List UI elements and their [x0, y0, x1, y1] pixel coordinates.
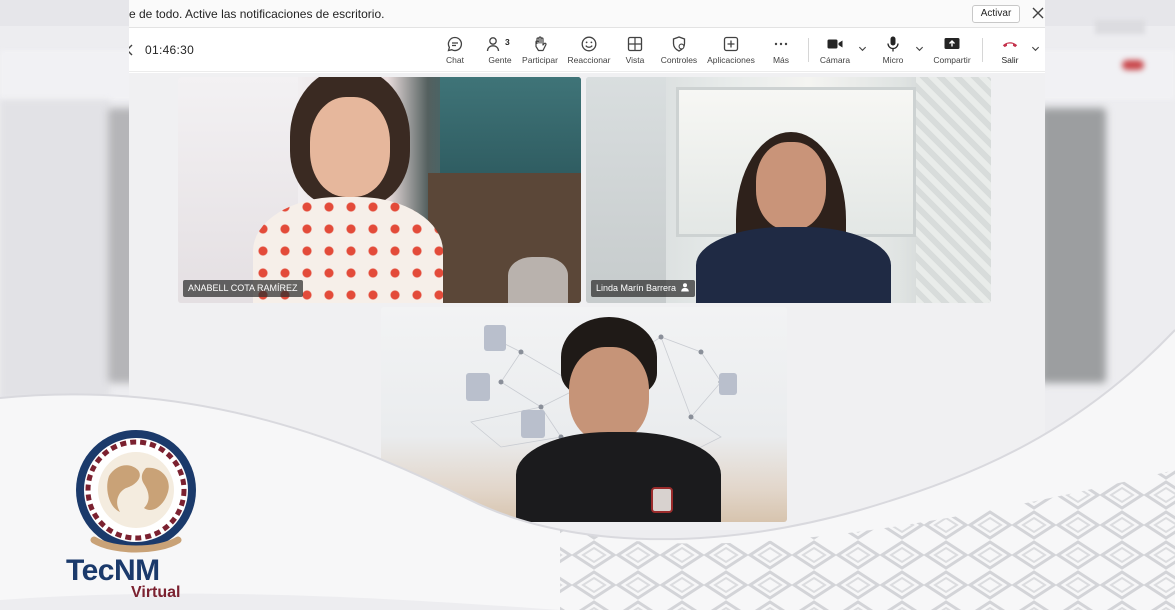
participant-name-tag: ANABELL COTA RAMÍREZ	[183, 280, 303, 297]
meeting-toolbar: 01:46:30 Chat 3 Gente Participar Reaccio…	[129, 28, 1045, 72]
mic-button[interactable]: Micro	[877, 35, 909, 69]
hang-up-icon	[1002, 42, 1018, 48]
grid-view-icon	[627, 36, 643, 52]
camera-button[interactable]: Cámara	[817, 35, 853, 69]
camera-icon	[827, 39, 843, 49]
raise-hand-label: Participar	[522, 55, 558, 65]
participant-video-tile[interactable]: ANABELL COTA RAMÍREZ	[178, 77, 581, 303]
more-icon	[774, 42, 788, 46]
share-screen-icon	[944, 38, 960, 49]
activate-notifications-button[interactable]: Activar	[972, 5, 1020, 23]
leave-button[interactable]: Salir	[995, 35, 1025, 69]
organizer-icon	[681, 283, 689, 292]
brand-name: TecNM	[66, 554, 160, 587]
backpack	[508, 257, 568, 303]
chat-icon	[447, 36, 463, 52]
mic-options-chevron-icon[interactable]	[915, 44, 924, 53]
participant-name-tag: Linda Marín Barrera	[591, 280, 696, 297]
raise-hand-icon	[535, 36, 547, 52]
notification-banner: e de todo. Active las notificaciones de …	[129, 0, 1045, 28]
leave-label: Salir	[1001, 55, 1019, 65]
participant-face	[310, 97, 390, 197]
participant-name: Linda Marín Barrera	[596, 283, 677, 293]
participant-face	[756, 142, 826, 230]
raise-hand-button[interactable]: Participar	[521, 35, 559, 69]
people-count: 3	[505, 37, 510, 47]
more-button[interactable]: Más	[766, 35, 796, 69]
apps-label: Aplicaciones	[707, 55, 755, 65]
view-button[interactable]: Vista	[618, 35, 652, 69]
toolbar-separator	[982, 38, 983, 62]
participant-video-tile[interactable]: Linda Marín Barrera	[586, 77, 991, 303]
window-blinds	[440, 77, 581, 182]
mic-label: Micro	[882, 55, 904, 65]
participant-video-tile[interactable]	[381, 307, 787, 522]
toolbar-separator	[808, 38, 809, 62]
brand-subtitle: Virtual	[131, 584, 181, 601]
shield-icon	[672, 36, 686, 52]
emoji-icon	[581, 36, 597, 52]
close-icon[interactable]	[1031, 6, 1045, 20]
apps-button[interactable]: Aplicaciones	[706, 35, 756, 69]
controls-label: Controles	[660, 55, 698, 65]
microphone-icon	[887, 36, 899, 52]
participant-face	[569, 347, 649, 442]
background-video-right	[1040, 108, 1106, 383]
share-button[interactable]: Compartir	[930, 35, 974, 69]
background-hangup-icon	[1122, 60, 1144, 70]
view-label: Vista	[625, 55, 645, 65]
share-label: Compartir	[933, 55, 971, 65]
people-icon	[486, 37, 500, 52]
camera-options-chevron-icon[interactable]	[858, 44, 867, 53]
more-label: Más	[772, 55, 790, 65]
add-app-icon	[723, 36, 739, 52]
camera-label: Cámara	[819, 55, 851, 65]
react-button[interactable]: Reaccionar	[566, 35, 612, 69]
chevron-left-icon[interactable]	[129, 43, 137, 57]
leave-options-chevron-icon[interactable]	[1031, 44, 1040, 53]
participant-shirt	[696, 227, 891, 303]
chat-button[interactable]: Chat	[438, 35, 472, 69]
shirt-logo-icon	[651, 487, 673, 513]
people-button[interactable]: 3 Gente	[481, 35, 519, 69]
wall-panel	[586, 77, 666, 303]
background-sidebar	[0, 100, 110, 400]
patterned-wall	[916, 77, 991, 303]
meeting-timer: 01:46:30	[145, 43, 195, 57]
people-label: Gente	[488, 55, 512, 65]
chat-label: Chat	[446, 55, 464, 65]
background-button	[1095, 20, 1145, 34]
react-label: Reaccionar	[567, 55, 611, 65]
participant-shirt	[516, 432, 721, 522]
controls-button[interactable]: Controles	[659, 35, 699, 69]
notification-text: e de todo. Active las notificaciones de …	[129, 7, 385, 21]
